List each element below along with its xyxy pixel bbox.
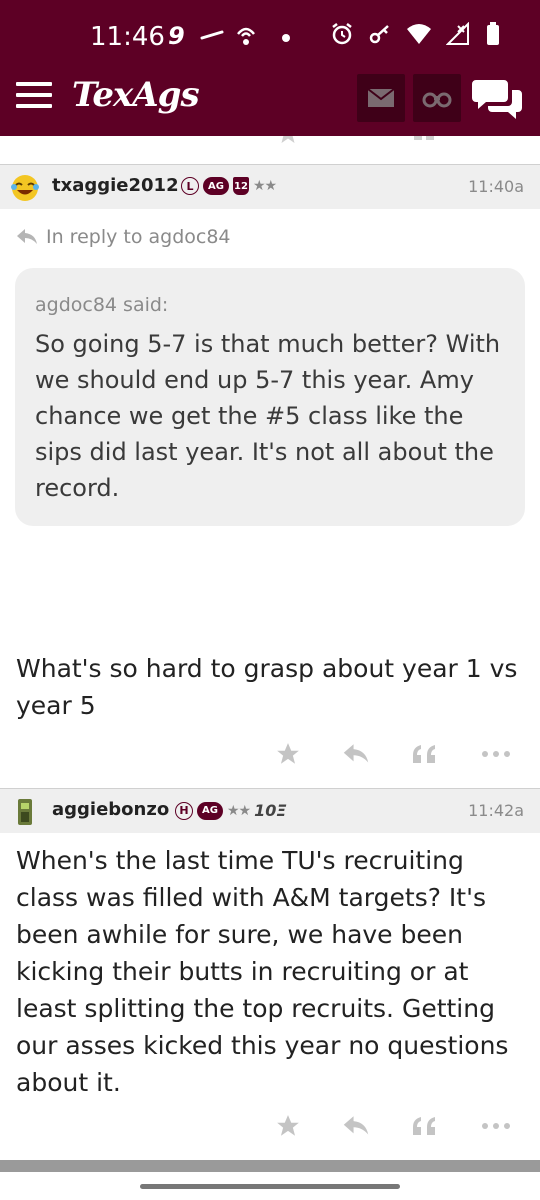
post-time[interactable]: 11:42a xyxy=(468,801,524,820)
alarm-icon xyxy=(332,23,352,45)
quote-icon xyxy=(413,745,435,763)
home-indicator[interactable] xyxy=(140,1184,400,1189)
menu-icon[interactable] xyxy=(16,82,52,110)
star-button[interactable] xyxy=(270,736,306,772)
star-button[interactable] xyxy=(270,1108,306,1144)
post-actions xyxy=(0,736,540,772)
post-divider xyxy=(0,1160,540,1172)
quote-author: agdoc84 said: xyxy=(35,294,169,316)
more-button[interactable] xyxy=(478,1108,514,1144)
badge-h: H xyxy=(175,801,193,820)
rank-stars: ★★ xyxy=(227,802,251,819)
quote-icon xyxy=(413,1117,435,1135)
chat-icon[interactable] xyxy=(472,76,524,120)
user-badges: L AG 12 ★★ xyxy=(181,177,277,195)
more-button[interactable] xyxy=(478,736,514,772)
status-notification-icons: 9 xyxy=(168,22,318,58)
more-icon xyxy=(482,751,510,757)
binoculars-icon xyxy=(422,92,452,108)
app-header: 11:46 9 TexAgs xyxy=(0,0,540,136)
badge-ag: AG xyxy=(197,801,223,820)
post-time[interactable]: 11:40a xyxy=(468,177,524,196)
post-body: When's the last time TU's recruiting cla… xyxy=(16,846,509,1097)
key-icon xyxy=(369,25,389,44)
wifi-icon xyxy=(407,24,431,44)
quote-button[interactable] xyxy=(406,1108,442,1144)
reply-to-link[interactable]: In reply to agdoc84 xyxy=(16,226,231,248)
badge-l: L xyxy=(181,177,199,195)
status-system-icons xyxy=(330,22,500,46)
quote-icon xyxy=(414,136,434,140)
rank-stars: ★★ xyxy=(253,178,277,194)
reply-icon xyxy=(343,1116,369,1135)
envelope-icon xyxy=(367,88,395,107)
reply-button[interactable] xyxy=(338,1108,374,1144)
badge-ag: AG xyxy=(203,177,229,195)
previous-post-actions xyxy=(0,136,540,165)
messages-button[interactable] xyxy=(357,74,405,122)
battery-icon xyxy=(487,22,499,45)
star-icon xyxy=(277,743,299,764)
post-actions xyxy=(0,1108,540,1144)
post-header: txaggie2012 L AG 12 ★★ 11:40a xyxy=(0,164,540,209)
status-bar: 11:46 9 xyxy=(0,22,540,54)
svg-text:9: 9 xyxy=(168,22,185,50)
avatar[interactable] xyxy=(8,171,42,203)
reply-button[interactable] xyxy=(338,736,374,772)
tenth-man-badge: 10Ξ xyxy=(254,801,287,820)
quote-block: agdoc84 said: So going 5-7 is that much … xyxy=(15,268,525,526)
brand-logo[interactable]: TexAgs xyxy=(72,75,200,115)
reply-icon xyxy=(343,744,369,763)
badge-class-year: 12 xyxy=(233,177,249,195)
quote-button[interactable] xyxy=(406,736,442,772)
username[interactable]: txaggie2012 xyxy=(52,175,179,196)
avatar[interactable] xyxy=(8,795,42,827)
reply-to-text: In reply to agdoc84 xyxy=(46,226,231,248)
star-icon xyxy=(281,136,295,143)
reply-arrow-icon xyxy=(17,229,37,244)
star-icon xyxy=(277,1115,299,1136)
signal-icon xyxy=(446,22,469,45)
more-icon xyxy=(482,1123,510,1129)
post-header: aggiebonzo H AG ★★ 10Ξ 11:42a xyxy=(0,788,540,833)
status-time: 11:46 xyxy=(90,22,165,52)
post-body: What's so hard to grasp about year 1 vs … xyxy=(16,654,518,720)
quote-text: So going 5-7 is that much better? With w… xyxy=(35,330,501,502)
username[interactable]: aggiebonzo xyxy=(52,799,169,820)
watch-button[interactable] xyxy=(413,74,461,122)
user-badges: H AG ★★ 10Ξ xyxy=(175,801,286,820)
